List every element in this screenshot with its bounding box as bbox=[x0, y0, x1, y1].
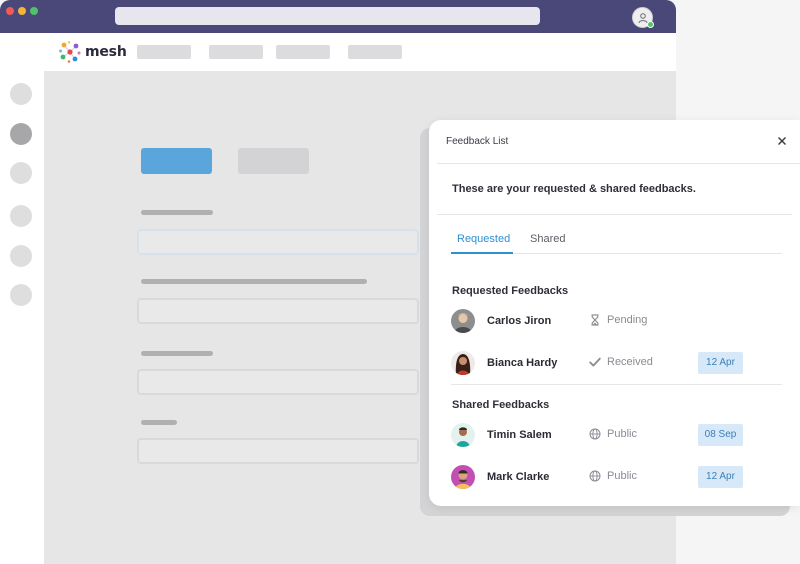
sidebar-item[interactable] bbox=[10, 162, 32, 184]
person-name: Carlos Jiron bbox=[487, 315, 552, 327]
maximize-window-button[interactable] bbox=[30, 7, 38, 15]
feedback-row[interactable]: Carlos Jiron Pending bbox=[451, 309, 771, 335]
field-label-placeholder bbox=[141, 210, 213, 215]
divider bbox=[437, 163, 800, 164]
feedback-list-panel: Feedback List These are your requested &… bbox=[429, 120, 800, 506]
status-text: Public bbox=[607, 428, 637, 440]
sidebar-item[interactable] bbox=[10, 83, 32, 105]
field-label-placeholder bbox=[141, 279, 367, 284]
active-tab-indicator bbox=[451, 252, 513, 254]
feedback-status: Public bbox=[589, 428, 637, 440]
nav-item-placeholder[interactable] bbox=[276, 45, 330, 59]
sidebar-item-active[interactable] bbox=[10, 123, 32, 145]
status-text: Public bbox=[607, 470, 637, 482]
address-bar[interactable] bbox=[115, 7, 540, 25]
app-header: mesh bbox=[0, 33, 676, 71]
divider bbox=[437, 214, 792, 215]
checkmark-icon bbox=[589, 357, 601, 367]
sidebar bbox=[0, 71, 44, 564]
date-badge: 12 Apr bbox=[698, 466, 743, 488]
nav-item-placeholder[interactable] bbox=[209, 45, 263, 59]
date-badge: 12 Apr bbox=[698, 352, 743, 374]
field-label-placeholder bbox=[141, 420, 177, 425]
tab-requested[interactable]: Requested bbox=[457, 233, 510, 245]
browser-titlebar bbox=[0, 0, 676, 33]
mesh-logo-icon bbox=[59, 40, 81, 63]
avatar bbox=[451, 423, 475, 447]
section-title-shared: Shared Feedbacks bbox=[452, 399, 550, 411]
tab-shared[interactable]: Shared bbox=[530, 233, 565, 245]
user-profile-button[interactable] bbox=[632, 7, 654, 28]
feedback-status: Received bbox=[589, 356, 653, 368]
field-label-placeholder bbox=[141, 351, 213, 356]
logo-text: mesh bbox=[85, 44, 127, 60]
minimize-window-button[interactable] bbox=[18, 7, 26, 15]
hourglass-icon bbox=[591, 314, 599, 326]
avatar bbox=[451, 465, 475, 489]
section-divider bbox=[451, 384, 782, 385]
sidebar-item[interactable] bbox=[10, 205, 32, 227]
date-badge: 08 Sep bbox=[698, 424, 743, 446]
nav-item-placeholder[interactable] bbox=[137, 45, 191, 59]
globe-icon bbox=[589, 470, 601, 482]
globe-icon bbox=[589, 428, 601, 440]
online-status-indicator bbox=[647, 21, 654, 28]
avatar bbox=[451, 309, 475, 333]
section-title-requested: Requested Feedbacks bbox=[452, 285, 569, 297]
input-field-placeholder[interactable] bbox=[137, 438, 419, 464]
close-window-button[interactable] bbox=[6, 7, 14, 15]
person-name: Mark Clarke bbox=[487, 471, 550, 483]
nav-item-placeholder[interactable] bbox=[348, 45, 402, 59]
feedback-row[interactable]: Mark Clarke Public 12 Apr bbox=[451, 465, 771, 491]
avatar bbox=[451, 351, 475, 375]
secondary-button-placeholder[interactable] bbox=[238, 148, 309, 174]
input-field-placeholder[interactable] bbox=[137, 369, 419, 395]
person-name: Timin Salem bbox=[487, 429, 552, 441]
close-icon[interactable] bbox=[775, 134, 789, 148]
feedback-status: Public bbox=[589, 470, 637, 482]
feedback-status: Pending bbox=[589, 314, 647, 326]
mesh-logo[interactable]: mesh bbox=[58, 40, 127, 64]
sidebar-item[interactable] bbox=[10, 245, 32, 267]
panel-subtitle: These are your requested & shared feedba… bbox=[452, 183, 696, 195]
status-text: Received bbox=[607, 356, 653, 368]
input-field-placeholder[interactable] bbox=[137, 229, 419, 255]
feedback-row[interactable]: Timin Salem Public 08 Sep bbox=[451, 423, 771, 449]
panel-title: Feedback List bbox=[446, 136, 509, 147]
input-field-placeholder[interactable] bbox=[137, 298, 419, 324]
feedback-row[interactable]: Bianca Hardy Received 12 Apr bbox=[451, 351, 771, 377]
status-text: Pending bbox=[607, 314, 648, 326]
person-name: Bianca Hardy bbox=[487, 357, 558, 369]
primary-button-placeholder[interactable] bbox=[141, 148, 212, 174]
sidebar-item[interactable] bbox=[10, 284, 32, 306]
